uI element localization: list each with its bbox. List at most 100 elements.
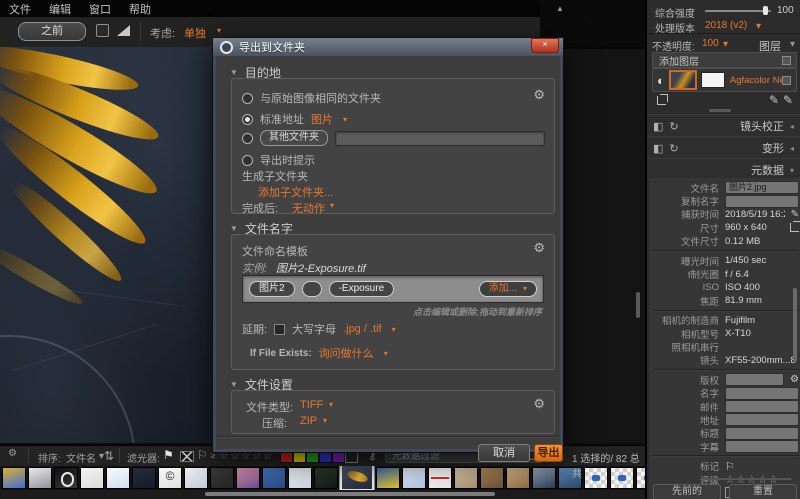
preview-toggle-icon[interactable] <box>96 24 109 37</box>
sort-value[interactable]: 文件名 <box>66 450 96 465</box>
canvas-scrollbar[interactable] <box>636 292 640 318</box>
close-button[interactable]: × <box>531 38 559 53</box>
before-button[interactable]: 之前 <box>18 22 86 41</box>
filmstrip-thumbnail[interactable] <box>480 467 504 489</box>
flag-picked-icon[interactable]: ⚑ <box>163 448 174 462</box>
reset-button[interactable]: 重置 <box>729 484 797 499</box>
ramp-icon[interactable] <box>117 25 130 36</box>
dialog-titlebar[interactable]: 导出到文件夹 <box>213 38 563 56</box>
menu-help[interactable]: 帮助 <box>120 1 160 17</box>
filetype-value[interactable]: TIFF <box>300 399 323 411</box>
gear-icon[interactable]: ⚙ <box>533 241 545 254</box>
filmstrip-thumbnail[interactable] <box>314 467 338 489</box>
menu-edit[interactable]: 编辑 <box>40 1 80 17</box>
filmstrip-thumbnail[interactable] <box>428 467 452 489</box>
metadata-field[interactable] <box>725 195 799 208</box>
radio-icon[interactable] <box>242 93 253 104</box>
filter-color-none[interactable] <box>345 451 358 463</box>
metadata-field[interactable]: 图片2.jpg <box>725 181 799 194</box>
cancel-button[interactable]: 取消 <box>478 444 530 462</box>
filename-token[interactable]: -Exposure <box>329 281 395 297</box>
metadata-scrollbar[interactable] <box>793 288 797 362</box>
filmstrip-thumbnail[interactable] <box>376 467 400 489</box>
export-button[interactable]: 导出 <box>534 444 563 462</box>
pencil-icon[interactable]: ✎ <box>791 209 799 220</box>
menu-file[interactable]: 文件 <box>0 1 40 17</box>
filmstrip-thumbnail[interactable] <box>132 467 156 489</box>
filmstrip-thumbnail-selected[interactable] <box>340 465 374 490</box>
metadata-field[interactable] <box>725 400 799 413</box>
add-token-button[interactable]: 添加... ▾ <box>479 281 537 297</box>
split-view-icon[interactable]: ◧ <box>653 142 663 155</box>
filmstrip-thumbnail[interactable] <box>262 467 286 489</box>
filename-token[interactable] <box>302 281 322 297</box>
crop-icon[interactable] <box>790 223 799 232</box>
gear-icon[interactable]: ⚙ <box>790 374 799 385</box>
filmstrip-thumbnail[interactable] <box>158 467 182 489</box>
version-value[interactable]: 2018 (v2) <box>705 20 747 31</box>
gear-icon[interactable]: ⚙ <box>533 88 545 101</box>
radio-prompt-on-export[interactable]: 导出时提示 <box>242 152 315 168</box>
layer-mask-thumbnail[interactable] <box>701 72 725 88</box>
strength-slider[interactable] <box>705 10 771 12</box>
metadata-field[interactable] <box>725 387 799 400</box>
filmstrip-thumbnail[interactable] <box>54 467 78 489</box>
panel-grip[interactable] <box>709 109 731 112</box>
filmstrip-thumbnail[interactable] <box>402 467 426 489</box>
filmstrip-thumbnail[interactable] <box>236 467 260 489</box>
view-mode-value[interactable]: 单独 <box>184 25 206 41</box>
metadata-field[interactable] <box>725 373 784 386</box>
add-layer-button[interactable]: 添加图层 <box>652 52 797 68</box>
flag-rejected-icon[interactable] <box>180 451 194 462</box>
filmstrip-thumbnail[interactable] <box>210 467 234 489</box>
filmstrip-scroll-handle[interactable] <box>205 492 495 496</box>
other-folder-input[interactable] <box>335 131 545 146</box>
filter-color-chip[interactable] <box>332 451 345 463</box>
gear-icon[interactable]: ⚙ <box>8 449 17 459</box>
collapse-top-panel-icon[interactable]: ▲ <box>556 4 564 13</box>
filmstrip-thumbnail[interactable] <box>506 467 530 489</box>
filter-color-chip[interactable] <box>293 451 306 463</box>
split-view-icon[interactable]: ◧ <box>653 120 663 133</box>
uppercase-checkbox[interactable] <box>274 324 285 335</box>
metadata-field[interactable] <box>725 440 799 453</box>
layer-visibility-icon[interactable] <box>782 56 791 65</box>
compression-value[interactable]: ZIP <box>300 415 317 427</box>
panel-header-lens[interactable]: ◧ ↻ 镜头校正 ◂ <box>647 114 800 138</box>
pen-icon[interactable]: ✎ <box>783 93 793 107</box>
standard-location-value[interactable]: 图片 <box>311 111 333 127</box>
filter-color-chip[interactable] <box>306 451 319 463</box>
metadata-field[interactable] <box>725 413 799 426</box>
filmstrip-thumbnail[interactable] <box>454 467 478 489</box>
brush-icon[interactable]: ✎ <box>769 93 779 107</box>
filmstrip-thumbnail[interactable] <box>2 467 26 489</box>
token-bar[interactable]: 图片2 -Exposure 添加... ▾ <box>242 275 544 303</box>
layer-row[interactable]: ◐ Agfacolor Neu - D... <box>652 68 797 92</box>
menu-window[interactable]: 窗口 <box>80 1 120 17</box>
layer-name[interactable]: Agfacolor Neu - D... <box>730 75 782 86</box>
add-subfolder-link[interactable]: 添加子文件夹... <box>258 184 333 200</box>
opacity-value[interactable]: 100 <box>702 38 719 49</box>
extension-value[interactable]: .jpg / .tif <box>343 323 382 335</box>
reset-icon[interactable]: ↻ <box>669 120 678 133</box>
reset-icon[interactable]: ↻ <box>669 142 678 155</box>
radio-icon-selected[interactable] <box>242 114 253 125</box>
layer-thumbnail[interactable] <box>669 70 697 90</box>
after-export-value[interactable]: 无动作 <box>292 200 325 216</box>
filmstrip-scrollbar[interactable] <box>0 490 645 499</box>
filmstrip-thumbnail[interactable] <box>80 467 104 489</box>
metadata-field[interactable] <box>725 427 799 440</box>
crop-tool-icon[interactable] <box>657 96 666 105</box>
filmstrip-thumbnail[interactable] <box>532 467 556 489</box>
filter-color-chip[interactable] <box>319 451 332 463</box>
gear-icon[interactable]: ⚙ <box>533 397 545 410</box>
layer-visibility-icon[interactable] <box>782 76 791 85</box>
radio-icon[interactable] <box>242 155 253 166</box>
radio-same-folder[interactable]: 与原始图像相同的文件夹 <box>242 90 381 106</box>
filmstrip-thumbnail[interactable] <box>184 467 208 489</box>
filename-token[interactable]: 图片2 <box>249 281 295 297</box>
filter-color-chip[interactable] <box>280 451 293 463</box>
radio-icon[interactable] <box>242 133 253 144</box>
filmstrip-thumbnail[interactable] <box>288 467 312 489</box>
radio-standard-location[interactable]: 标准地址 图片 ▾ <box>242 111 347 127</box>
